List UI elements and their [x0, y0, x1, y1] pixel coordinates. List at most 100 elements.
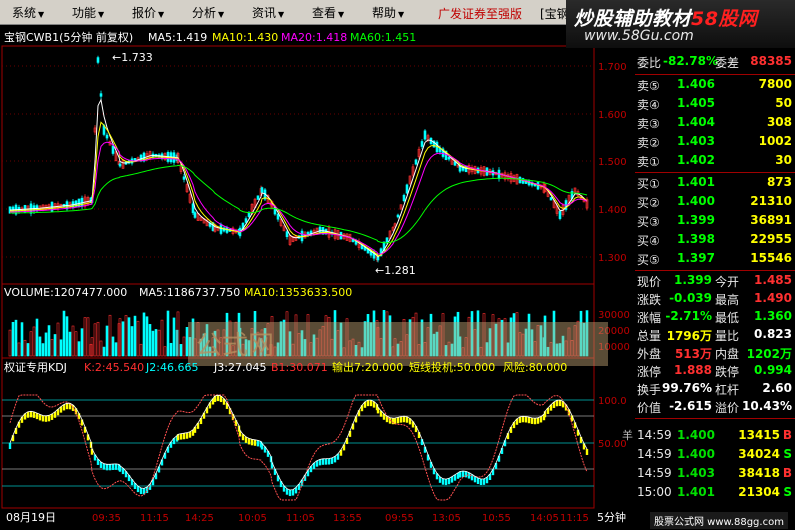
stat-label: 跌停: [715, 365, 740, 379]
candle-body: [276, 213, 280, 220]
price-tick-label: 1.500: [598, 157, 627, 168]
bid-price: 1.398: [677, 232, 715, 246]
volume-bar: [130, 326, 134, 357]
stat-label: 溢价: [715, 401, 740, 415]
candle-body: [244, 218, 248, 223]
candle-body: [118, 163, 122, 167]
volume-bar: [26, 343, 30, 357]
menu-help[interactable]: 帮助 ▼: [372, 4, 404, 21]
stat-label: 涨幅: [637, 311, 662, 325]
tick-direction: B: [782, 428, 792, 442]
ask-volume: 50: [775, 96, 792, 110]
ask-price: 1.406: [677, 77, 715, 91]
time-tick-label: 11:05: [286, 513, 315, 524]
stat-value: 1202万: [746, 347, 792, 361]
stat-label: 今开: [715, 275, 740, 289]
bid-row[interactable]: 买② 1.400 21310: [635, 194, 795, 213]
stat-row: 价值 -2.615 溢价 10.43%: [635, 399, 795, 416]
stat-value: 0.823: [754, 327, 792, 341]
tick-time: 15:00: [637, 485, 672, 499]
bid-price: 1.399: [677, 213, 715, 227]
side-tab[interactable]: 羊: [622, 428, 633, 442]
price-tick-label: 1.600: [598, 110, 627, 121]
quote-panel: 委比 -82.78% 委差 88385 卖⑤ 1.406 7800 卖④ 1.405 50…: [635, 48, 795, 530]
candle-body: [260, 187, 264, 193]
menu-analysis[interactable]: 分析 ▼: [192, 4, 224, 21]
volume-bar: [166, 310, 170, 357]
stat-row: 现价 1.399 今开 1.485: [635, 273, 795, 290]
time-tick-label: 11:15: [140, 513, 169, 524]
stat-value: 1.485: [754, 273, 792, 287]
candle-body: [105, 134, 109, 139]
stat-label: 总量: [637, 329, 662, 343]
candle-body: [191, 203, 195, 214]
tick-volume: 34024: [738, 447, 780, 461]
stock-tab[interactable]: [宝钢: [540, 5, 569, 22]
watermark-text: 公式网: [196, 331, 274, 361]
ask-row[interactable]: 卖① 1.402 30: [635, 153, 795, 172]
bid-row[interactable]: 买③ 1.399 36891: [635, 213, 795, 232]
volume-bar: [77, 341, 81, 357]
chart-area[interactable]: 1.7001.6001.5001.4001.300300002000010000…: [0, 0, 635, 530]
tick-price: 1.400: [677, 447, 715, 461]
volume-bar: [114, 342, 118, 357]
time-tick-label: 09:35: [92, 513, 121, 524]
kdj-b1: B1:30.071: [271, 361, 328, 374]
stat-label: 外盘: [637, 347, 662, 361]
bid-row[interactable]: 买④ 1.398 22955: [635, 232, 795, 251]
stat-row: 外盘 513万 内盘 1202万: [635, 345, 795, 362]
menu-quote[interactable]: 报价 ▼: [132, 4, 164, 21]
candle-body: [405, 184, 409, 194]
logo-url: www.58Gu.com: [584, 28, 694, 44]
candle-body: [447, 156, 451, 160]
bid-row[interactable]: 买⑤ 1.397 15546: [635, 251, 795, 270]
volume-bar: [41, 343, 45, 357]
period-selector[interactable]: 5分钟: [597, 510, 626, 524]
volume-bar: [121, 321, 125, 357]
kdj-risk: 风险:80.000: [503, 360, 567, 374]
volume-bar: [133, 315, 137, 357]
volume-bar: [154, 329, 158, 357]
volume-bar: [172, 317, 176, 357]
ask-price: 1.402: [677, 153, 715, 167]
menu-function[interactable]: 功能 ▼: [72, 4, 104, 21]
volume-bar: [14, 319, 18, 357]
bid-volume: 21310: [750, 194, 792, 208]
stat-label: 现价: [637, 275, 662, 289]
candle-body: [182, 176, 186, 180]
stat-row: 涨幅 -2.71% 最低 1.360: [635, 309, 795, 326]
tick-volume: 38418: [738, 466, 780, 480]
menu-view[interactable]: 查看 ▼: [312, 4, 344, 21]
menu-system[interactable]: 系统 ▼: [12, 4, 44, 21]
stat-label: 量比: [715, 329, 740, 343]
candle-body: [193, 212, 197, 218]
ask-volume: 30: [775, 153, 792, 167]
volume-bar: [65, 316, 69, 357]
time-tick-label: 10:55: [482, 513, 511, 524]
candle-body: [247, 212, 251, 218]
time-tick-label: 09:55: [385, 513, 414, 524]
bid-price: 1.400: [677, 194, 715, 208]
tick-time: 14:59: [637, 447, 672, 461]
ask-label: 卖②: [637, 136, 660, 150]
menu-news[interactable]: 资讯 ▼: [252, 4, 284, 21]
ask-row[interactable]: 卖② 1.403 1002: [635, 134, 795, 153]
stat-value: 1.399: [674, 273, 712, 287]
candle-body: [318, 226, 322, 234]
bid-row[interactable]: 买① 1.401 873: [635, 175, 795, 194]
ma20-label: MA20:1.418: [281, 31, 347, 44]
candle-body: [558, 211, 562, 219]
kdj-title: 权证专用KDJ: [4, 360, 67, 374]
volume-bar: [59, 339, 63, 357]
stat-row: 换手 99.76% 杠杆 2.60: [635, 381, 795, 398]
axis-date: 08月19日: [6, 511, 56, 524]
stat-row: 总量 1796万 量比 0.823: [635, 327, 795, 344]
ask-row[interactable]: 卖③ 1.404 308: [635, 115, 795, 134]
ask-row[interactable]: 卖④ 1.405 50: [635, 96, 795, 115]
volume-title: VOLUME:1207477.000: [4, 286, 127, 299]
volume-bar: [47, 325, 51, 357]
ma5-label: MA5:1.419: [148, 31, 207, 44]
ask-row[interactable]: 卖⑤ 1.406 7800: [635, 77, 795, 96]
bid-label: 买④: [637, 234, 660, 248]
bid-label: 买①: [637, 177, 660, 191]
